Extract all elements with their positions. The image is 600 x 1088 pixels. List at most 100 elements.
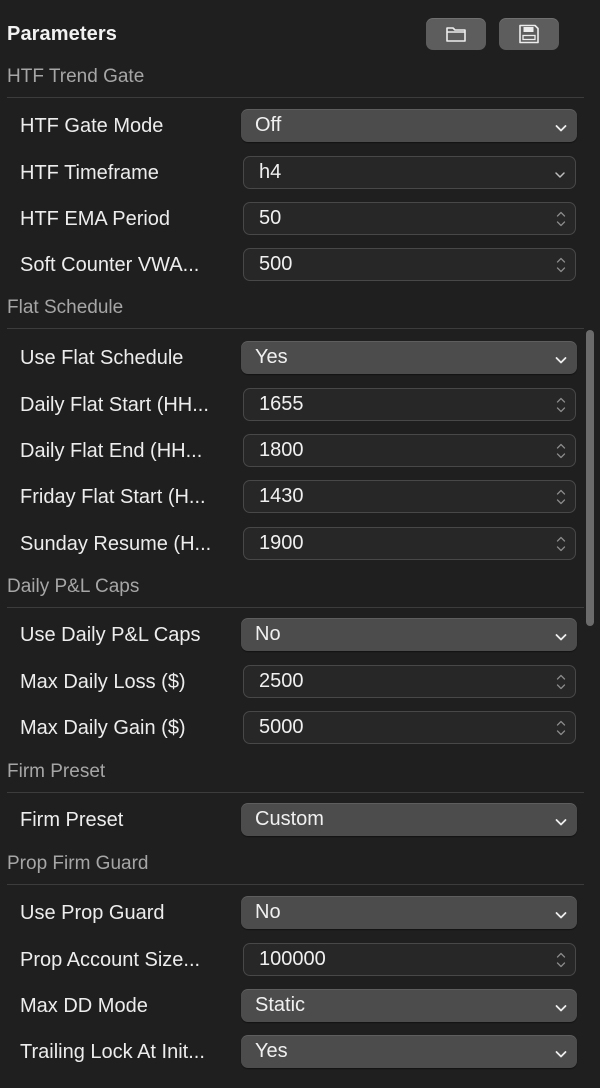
stepper-arrows-icon[interactable]: [555, 254, 567, 276]
stepper-arrows-icon[interactable]: [555, 394, 567, 416]
parameter-value: Yes: [255, 1040, 288, 1062]
parameter-value: 1655: [259, 393, 304, 415]
parameter-value: 100000: [259, 948, 326, 970]
parameter-number-field[interactable]: 5000: [243, 711, 576, 744]
parameter-row: Friday Flat Start (H... 1430: [0, 480, 584, 520]
parameter-row: HTF Timeframe h4: [0, 156, 584, 196]
parameter-label: Prop Account Size...: [20, 949, 201, 971]
parameter-row: Daily Flat End (HH... 1800: [0, 434, 584, 474]
chevron-down-icon: [555, 907, 567, 919]
parameter-dropdown[interactable]: Yes: [241, 341, 577, 374]
parameter-value: h4: [259, 161, 282, 183]
parameter-value: Custom: [255, 808, 324, 830]
parameter-dropdown[interactable]: No: [241, 896, 577, 929]
parameter-number-field[interactable]: 2500: [243, 665, 576, 698]
stepper-arrows-icon[interactable]: [555, 486, 567, 508]
parameter-row: Use Flat Schedule Yes: [0, 341, 584, 381]
chevron-down-icon: [555, 1000, 567, 1012]
stepper-arrows-icon[interactable]: [555, 440, 567, 462]
parameter-value: Yes: [255, 346, 288, 368]
parameter-label: Use Flat Schedule: [20, 347, 184, 369]
parameter-dropdown[interactable]: No: [241, 618, 577, 651]
parameter-label: Max DD Mode: [20, 995, 148, 1017]
parameter-value: 50: [259, 207, 282, 229]
section-daily-p-l-caps: Daily P&L Caps: [0, 576, 584, 610]
parameter-dropdown[interactable]: Off: [241, 109, 577, 142]
parameter-label: HTF Gate Mode: [20, 115, 164, 137]
section-divider: [7, 792, 584, 793]
parameter-value: No: [255, 623, 281, 645]
section-prop-firm-guard: Prop Firm Guard: [0, 853, 584, 887]
parameter-label: Use Prop Guard: [20, 902, 165, 924]
parameter-dropdown[interactable]: Static: [241, 989, 577, 1022]
parameter-value: 1430: [259, 485, 304, 507]
parameter-label: Firm Preset: [20, 809, 124, 831]
parameter-value: Static: [255, 994, 306, 1016]
section-divider: [7, 328, 584, 329]
section-divider: [7, 607, 584, 608]
chevron-down-icon: [555, 352, 567, 364]
section-htf-trend-gate: HTF Trend Gate: [0, 66, 584, 100]
parameter-dropdown[interactable]: Custom: [241, 803, 577, 836]
parameters-panel: Parameters HTF Trend Gate HTF Gate Mode Of…: [0, 0, 600, 1088]
section-title: Daily P&L Caps: [7, 576, 140, 597]
panel-title: Parameters: [7, 23, 117, 45]
parameter-row: Soft Counter VWA... 500: [0, 248, 584, 288]
stepper-arrows-icon[interactable]: [555, 949, 567, 971]
parameter-label: Max Daily Loss ($): [20, 671, 186, 693]
save-button[interactable]: [499, 18, 559, 50]
parameter-row: Sunday Resume (H... 1900: [0, 527, 584, 567]
parameter-row: HTF EMA Period 50: [0, 202, 584, 242]
parameter-label: Daily Flat Start (HH...: [20, 394, 209, 416]
section-title: Prop Firm Guard: [7, 853, 149, 874]
parameter-value: 1900: [259, 532, 304, 554]
parameter-dropdown[interactable]: Yes: [241, 1035, 577, 1068]
section-title: HTF Trend Gate: [7, 66, 145, 87]
parameter-row: Firm Preset Custom: [0, 803, 584, 843]
parameter-row: Use Daily P&L Caps No: [0, 618, 584, 658]
parameter-value: 2500: [259, 670, 304, 692]
parameter-label: Max Daily Gain ($): [20, 717, 186, 739]
parameter-label: Daily Flat End (HH...: [20, 440, 203, 462]
parameter-label: Use Daily P&L Caps: [20, 624, 201, 646]
stepper-arrows-icon[interactable]: [555, 533, 567, 555]
parameter-number-field[interactable]: 100000: [243, 943, 576, 976]
parameter-row: Max Daily Loss ($) 2500: [0, 665, 584, 705]
parameter-label: HTF Timeframe: [20, 162, 159, 184]
parameter-value: 1800: [259, 439, 304, 461]
parameter-row: Use Prop Guard No: [0, 896, 584, 936]
vertical-scrollbar[interactable]: [586, 330, 594, 626]
parameter-row: Trailing Lock At Init... Yes: [0, 1035, 584, 1075]
stepper-arrows-icon[interactable]: [555, 208, 567, 230]
folder-icon: [446, 27, 466, 42]
parameter-row: Max Daily Gain ($) 5000: [0, 711, 584, 751]
parameter-label: Sunday Resume (H...: [20, 533, 212, 555]
chevron-down-icon: [555, 1046, 567, 1058]
parameter-label: Trailing Lock At Init...: [20, 1041, 205, 1063]
parameter-label: HTF EMA Period: [20, 208, 171, 230]
parameter-number-field[interactable]: 500: [243, 248, 576, 281]
section-firm-preset: Firm Preset: [0, 761, 584, 795]
section-title: Firm Preset: [7, 761, 106, 782]
stepper-arrows-icon[interactable]: [555, 671, 567, 693]
parameter-combobox[interactable]: h4: [243, 156, 576, 189]
parameter-number-field[interactable]: 1430: [243, 480, 576, 513]
parameter-number-field[interactable]: 50: [243, 202, 576, 235]
chevron-down-icon: [555, 814, 567, 826]
parameter-number-field[interactable]: 1900: [243, 527, 576, 560]
open-button[interactable]: [426, 18, 486, 50]
section-title: Flat Schedule: [7, 297, 124, 318]
chevron-down-icon: [554, 167, 566, 178]
parameter-row: Daily Flat Start (HH... 1655: [0, 388, 584, 428]
parameter-number-field[interactable]: 1800: [243, 434, 576, 467]
parameter-value: 5000: [259, 716, 304, 738]
section-flat-schedule: Flat Schedule: [0, 297, 584, 331]
chevron-down-icon: [555, 629, 567, 641]
parameter-row: Max DD Mode Static: [0, 989, 584, 1029]
parameter-label: Soft Counter VWA...: [20, 254, 200, 276]
section-divider: [7, 97, 584, 98]
stepper-arrows-icon[interactable]: [555, 717, 567, 739]
parameter-value: Off: [255, 114, 282, 136]
chevron-down-icon: [555, 120, 567, 132]
parameter-number-field[interactable]: 1655: [243, 388, 576, 421]
